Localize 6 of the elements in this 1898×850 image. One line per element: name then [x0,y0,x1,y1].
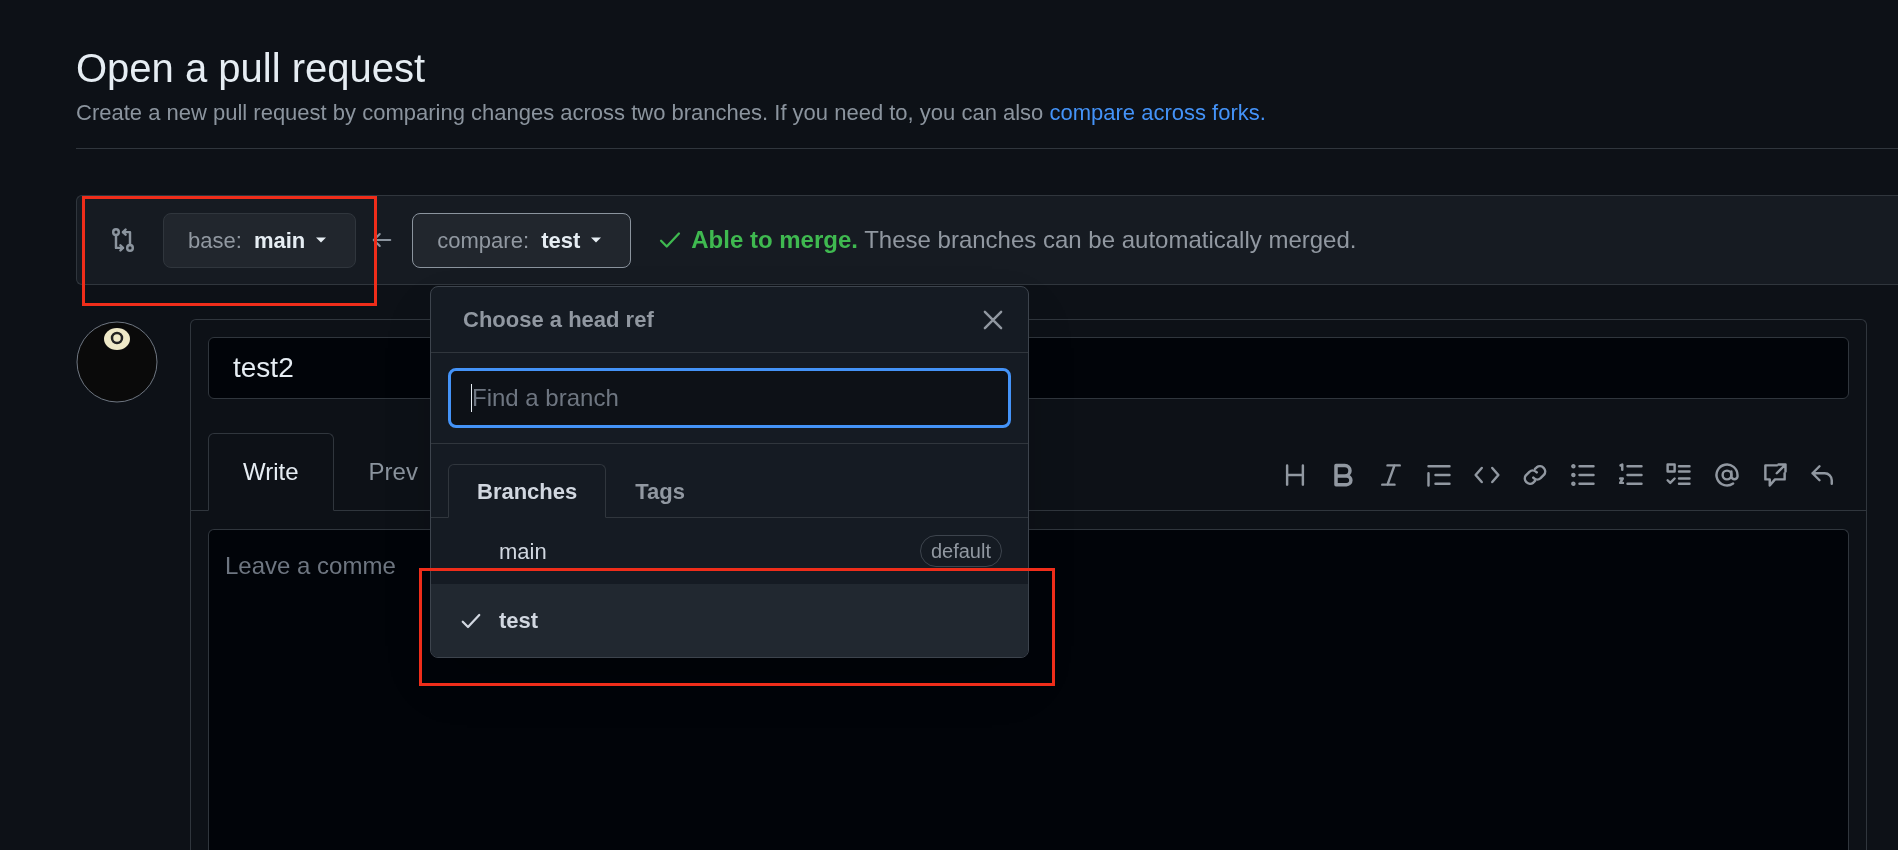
branch-name: test [499,607,539,635]
merge-status: Able to merge. These branches can be automatically merged. [691,225,1357,255]
page-description: Create a new pull request by comparing changes across two branches. If you need to, you can also compare across forks. [76,99,1267,127]
menu-title: Choose a head ref [463,306,654,334]
branch-name: main [499,537,547,566]
page-title: Open a pull request [76,45,427,92]
